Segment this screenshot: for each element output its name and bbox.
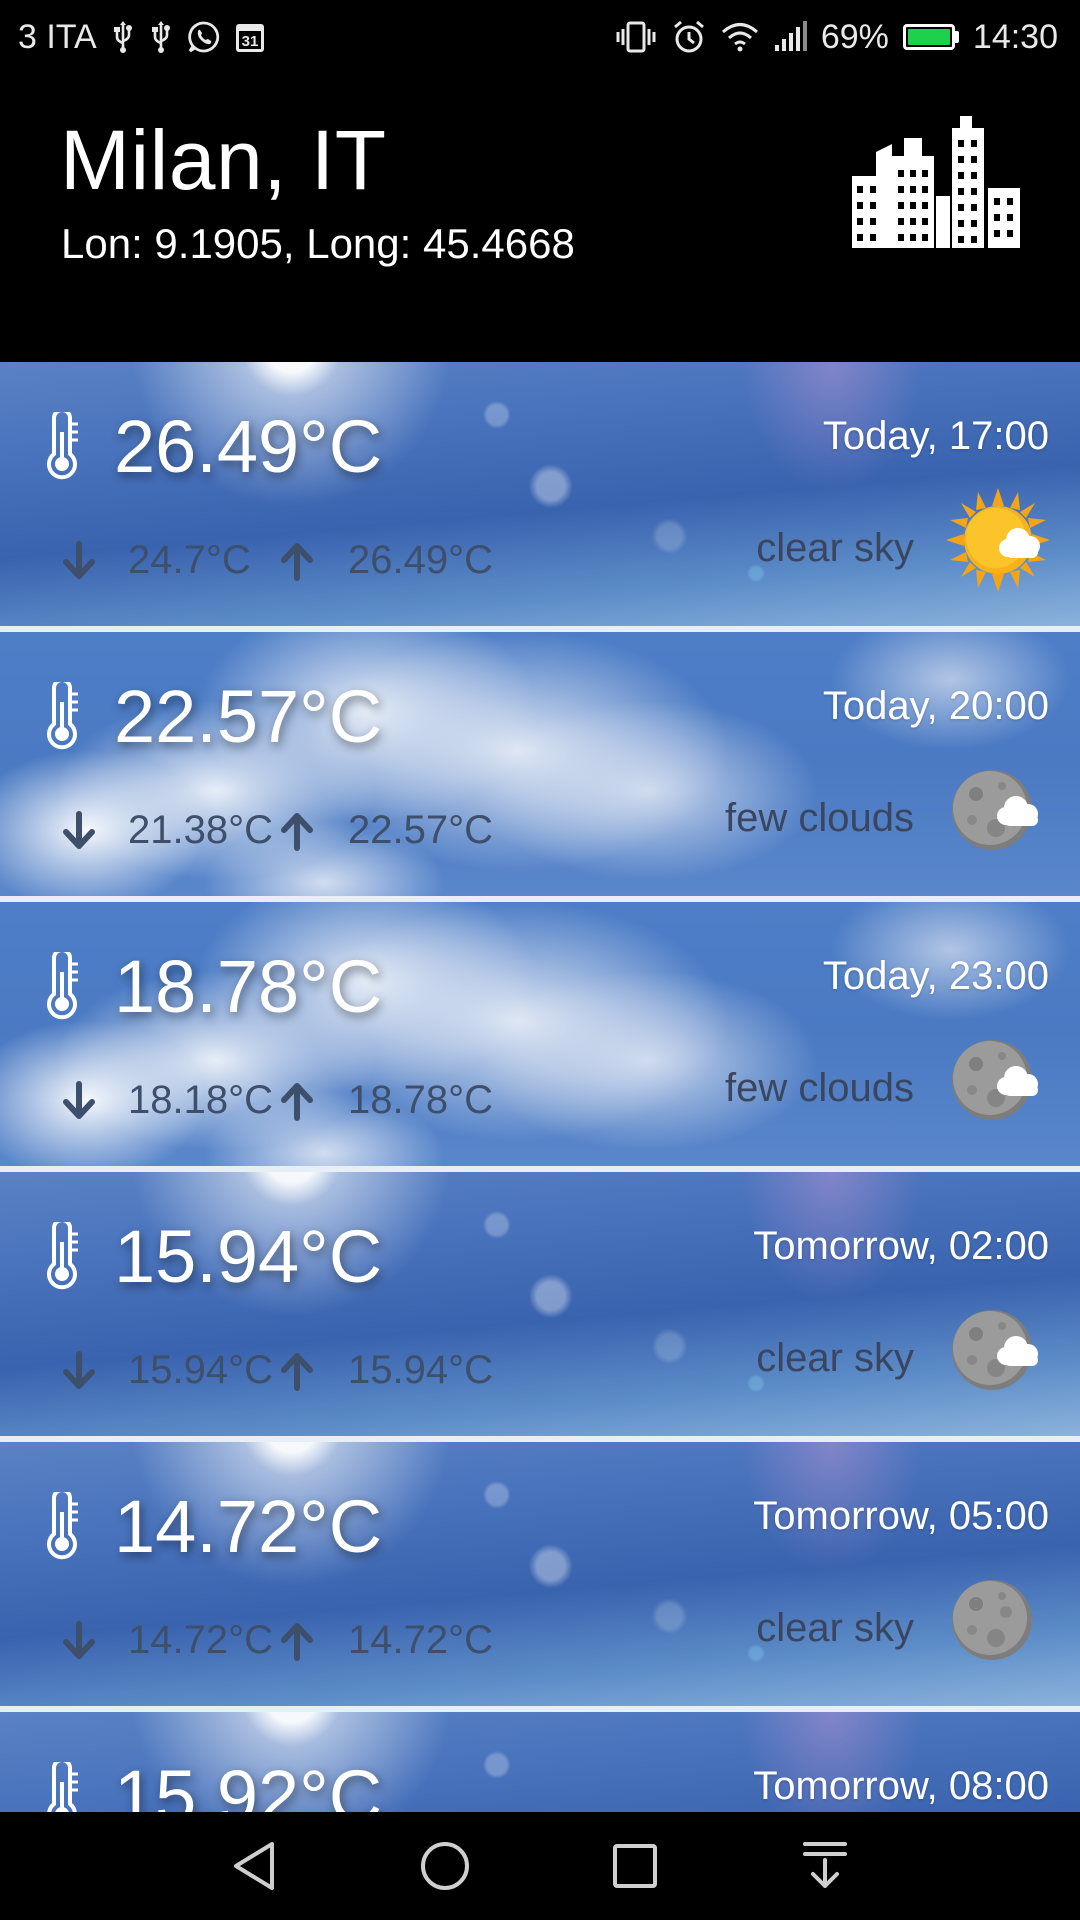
- forecast-time: Today, 23:00: [822, 954, 1049, 998]
- forecast-time: Today, 17:00: [822, 414, 1049, 458]
- arrow-down-icon: [63, 811, 95, 849]
- moon-cloud-icon: [952, 770, 1038, 850]
- status-left: 3 ITA 31: [18, 18, 265, 57]
- usb-icon: [149, 21, 173, 53]
- calendar-icon: 31: [235, 21, 265, 53]
- arrow-up-icon: [281, 1623, 313, 1661]
- back-icon: [234, 1842, 274, 1890]
- recents-icon: [613, 1844, 657, 1888]
- forecast-card[interactable]: 18.78°C Today, 23:00 18.18°C 18.78°C few…: [0, 902, 1080, 1166]
- condition-label: clear sky: [756, 1336, 914, 1380]
- thermometer-icon: [47, 412, 78, 480]
- card-background: [0, 1172, 1080, 1436]
- min-temperature: 24.7°C: [128, 538, 251, 582]
- max-temperature: 15.94°C: [348, 1348, 493, 1392]
- vibrate-icon: [615, 20, 657, 54]
- navigation-bar: [0, 1812, 1080, 1920]
- notifications-pull-button[interactable]: [795, 1836, 855, 1896]
- moon-icon: [952, 1580, 1032, 1660]
- alarm-icon: [671, 19, 707, 55]
- max-temperature: 22.57°C: [348, 808, 493, 852]
- condition-label: clear sky: [756, 526, 914, 570]
- carrier-label: 3 ITA: [18, 17, 97, 56]
- arrow-down-icon: [63, 1351, 95, 1389]
- forecast-time: Tomorrow, 02:00: [753, 1224, 1049, 1268]
- temperature: 15.92°C: [114, 1755, 383, 1812]
- arrow-up-icon: [281, 813, 313, 851]
- moon-cloud-icon: [952, 1040, 1038, 1120]
- signal-icon: [773, 21, 807, 53]
- battery-percent: 69%: [820, 17, 889, 56]
- forecast-list[interactable]: 26.49°C Today, 17:00 24.7°C 26.49°C clea…: [0, 362, 1080, 1812]
- forecast-card[interactable]: 14.72°C Tomorrow, 05:00 14.72°C 14.72°C …: [0, 1442, 1080, 1706]
- card-background: [0, 632, 1080, 896]
- temperature: 14.72°C: [114, 1485, 383, 1568]
- coordinates-label: Lon: 9.1905, Long: 45.4668: [61, 220, 575, 267]
- status-right: 69% 14:30: [615, 18, 1058, 57]
- back-button[interactable]: [225, 1836, 285, 1896]
- min-temperature: 18.18°C: [128, 1078, 273, 1122]
- min-temperature: 21.38°C: [128, 808, 273, 852]
- usb-icon: [111, 21, 135, 53]
- condition-label: clear sky: [756, 1606, 914, 1650]
- forecast-card[interactable]: 15.92°C Tomorrow, 08:00: [0, 1712, 1080, 1812]
- temperature: 22.57°C: [114, 675, 383, 758]
- location-header: Milan, IT Lon: 9.1905, Long: 45.4668: [0, 74, 1080, 362]
- arrow-down-icon: [63, 1621, 95, 1659]
- temperature: 15.94°C: [114, 1215, 383, 1298]
- condition-label: few clouds: [725, 1066, 914, 1110]
- home-button[interactable]: [415, 1836, 475, 1896]
- battery-charging-icon: [902, 24, 959, 50]
- arrow-down-icon: [63, 1081, 95, 1119]
- condition-label: few clouds: [725, 796, 914, 840]
- notifications-pull-icon: [803, 1842, 847, 1888]
- thermometer-icon: [47, 1762, 78, 1812]
- status-bar: 3 ITA 31 69% 14:30: [0, 0, 1080, 74]
- arrow-down-icon: [63, 541, 95, 579]
- thermometer-icon: [47, 682, 78, 750]
- forecast-card[interactable]: 15.94°C Tomorrow, 02:00 15.94°C 15.94°C …: [0, 1172, 1080, 1436]
- moon-cloud-icon: [952, 1310, 1038, 1390]
- city-buildings-icon[interactable]: [852, 116, 1020, 248]
- max-temperature: 14.72°C: [348, 1618, 493, 1662]
- sun-cloud-icon: [946, 488, 1050, 592]
- thermometer-icon: [47, 952, 78, 1020]
- city-title: Milan, IT: [60, 113, 387, 207]
- card-background: [0, 362, 1080, 626]
- recents-button[interactable]: [605, 1836, 665, 1896]
- temperature: 26.49°C: [114, 405, 383, 488]
- forecast-time: Tomorrow, 05:00: [753, 1494, 1049, 1538]
- forecast-time: Tomorrow, 08:00: [753, 1764, 1049, 1808]
- home-icon: [421, 1842, 469, 1890]
- card-background: [0, 1442, 1080, 1706]
- temperature: 18.78°C: [114, 945, 383, 1028]
- forecast-time: Today, 20:00: [822, 684, 1049, 728]
- forecast-card[interactable]: 26.49°C Today, 17:00 24.7°C 26.49°C clea…: [0, 362, 1080, 626]
- arrow-up-icon: [281, 1353, 313, 1391]
- thermometer-icon: [47, 1222, 78, 1290]
- wifi-icon: [721, 21, 759, 53]
- whatsapp-icon: [187, 20, 221, 54]
- thermometer-icon: [47, 1492, 78, 1560]
- card-background: [0, 902, 1080, 1166]
- forecast-card[interactable]: 22.57°C Today, 20:00 21.38°C 22.57°C few…: [0, 632, 1080, 896]
- max-temperature: 26.49°C: [348, 538, 493, 582]
- arrow-up-icon: [281, 1083, 313, 1121]
- max-temperature: 18.78°C: [348, 1078, 493, 1122]
- calendar-day: 31: [241, 33, 258, 50]
- clock: 14:30: [972, 17, 1058, 56]
- min-temperature: 14.72°C: [128, 1618, 273, 1662]
- min-temperature: 15.94°C: [128, 1348, 273, 1392]
- arrow-up-icon: [281, 543, 313, 581]
